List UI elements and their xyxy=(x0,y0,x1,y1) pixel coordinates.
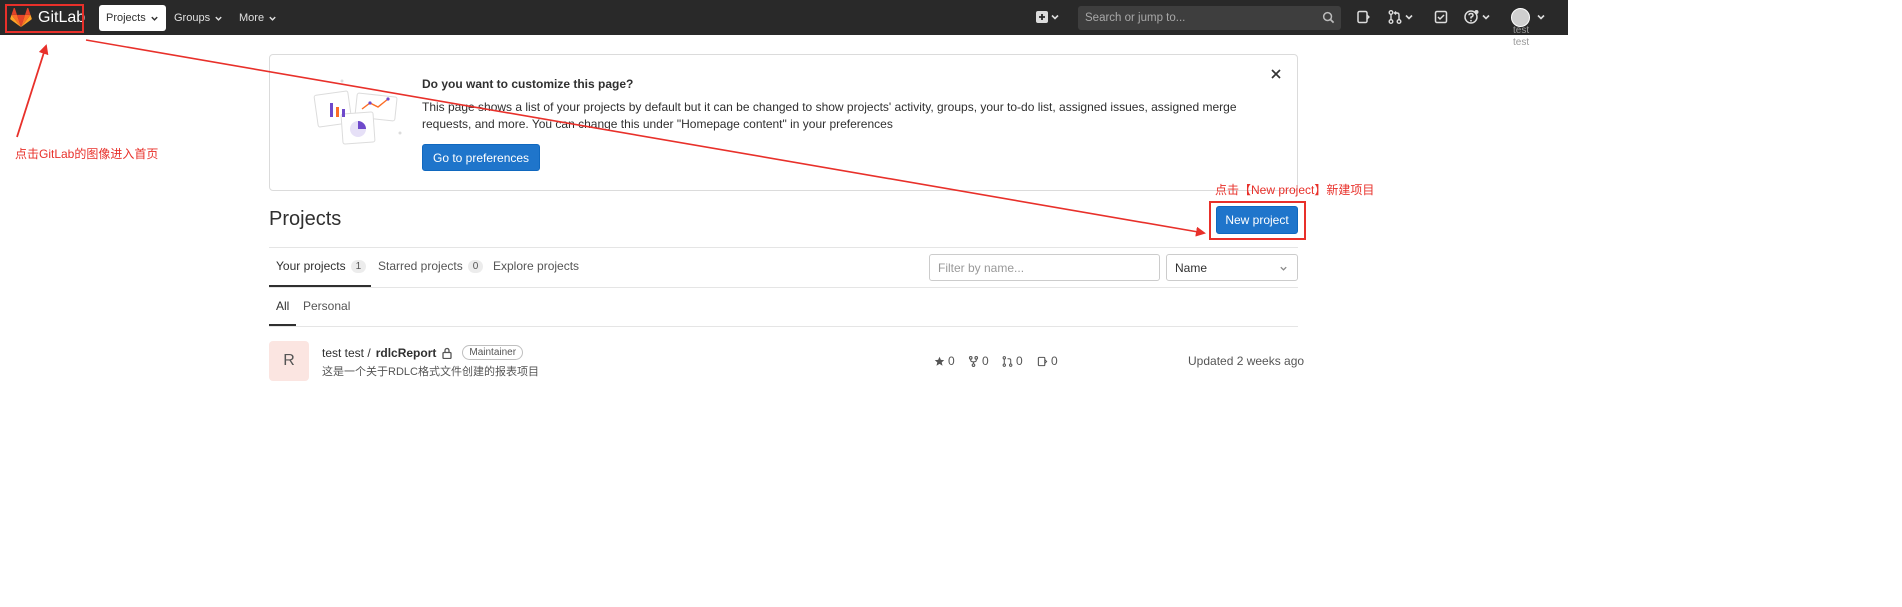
annotation-arrows xyxy=(16,39,1206,237)
arrow-to-new-project xyxy=(85,39,1206,237)
arrow-to-logo xyxy=(16,44,49,138)
